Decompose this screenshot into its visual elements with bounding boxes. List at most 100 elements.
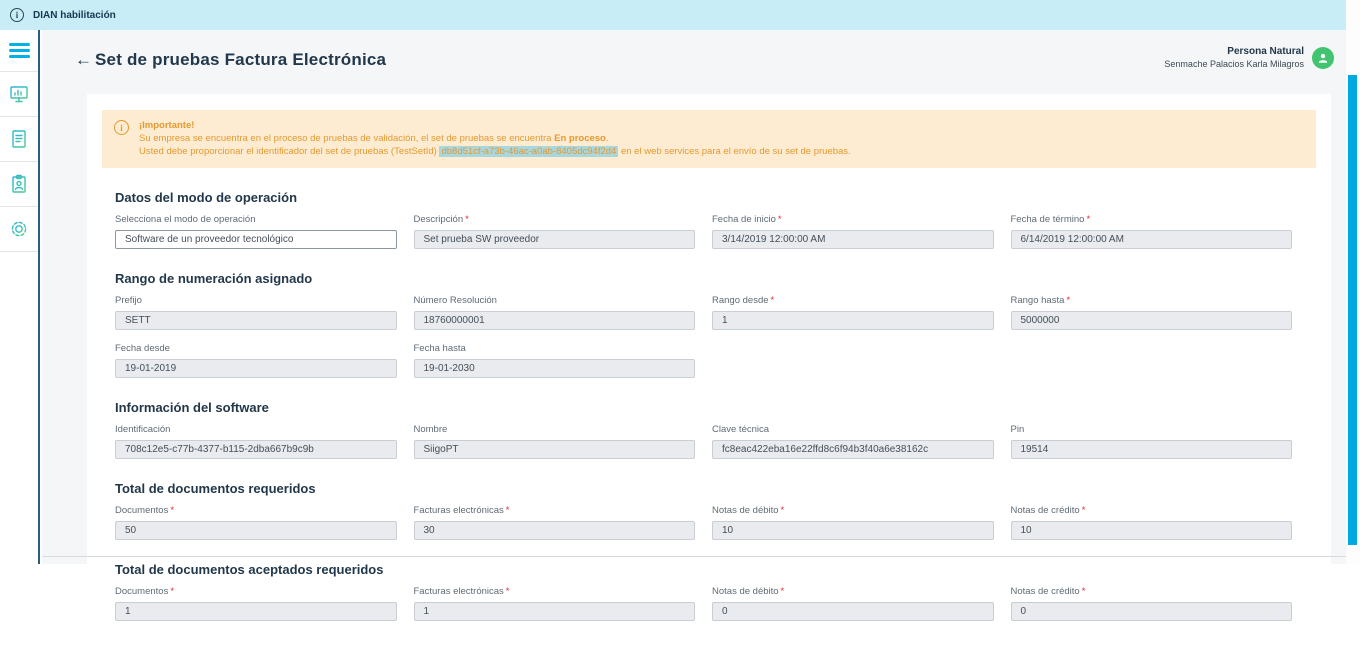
field-notas-credito-aceptadas: 0	[1010, 602, 1292, 621]
field-pin: 19514	[1010, 440, 1292, 459]
back-button[interactable]: ←	[75, 50, 92, 70]
field-group: Pin 19514	[1010, 424, 1292, 459]
field-label: Notas de débito	[712, 505, 779, 516]
main-content: ← Set de pruebas Factura Electrónica Per…	[42, 30, 1346, 661]
field-group: Clave técnica fc8eac422eba16e22ffd8c6f94…	[712, 424, 994, 459]
section-info-software: Identificación 708c12e5-c77b-4377-b115-2…	[115, 424, 1292, 459]
field-group: Fecha desde 19-01-2019	[115, 343, 397, 378]
field-group: Documentos * 50	[115, 505, 397, 540]
field-clave-tecnica: fc8eac422eba16e22ffd8c6f94b3f40a6e38162c	[712, 440, 994, 459]
field-label: Fecha de inicio	[712, 214, 776, 225]
alert-banner: i ¡Importante! Su empresa se encuentra e…	[102, 110, 1316, 168]
topbar: i DIAN habilitación	[0, 0, 1346, 30]
field-identificacion: 708c12e5-c77b-4377-b115-2dba667b9c9b	[115, 440, 397, 459]
sidebar-item-documents[interactable]	[0, 117, 38, 162]
user-type: Persona Natural	[1227, 46, 1304, 57]
sidebar-item-settings[interactable]	[0, 207, 38, 252]
field-label: Rango hasta	[1010, 295, 1065, 306]
field-label: Identificación	[115, 424, 171, 435]
field-group: Prefijo SETT	[115, 295, 397, 330]
alert-line2: Usted debe proporcionar el identificador…	[139, 146, 851, 157]
field-group: Fecha de inicio * 3/14/2019 12:00:00 AM	[712, 214, 994, 249]
field-group: Notas de crédito * 0	[1010, 586, 1292, 621]
field-fecha-inicio: 3/14/2019 12:00:00 AM	[712, 230, 994, 249]
bottom-divider	[42, 556, 1346, 557]
field-modo-operacion[interactable]: Software de un proveedor tecnológico	[115, 230, 397, 249]
field-group: Documentos * 1	[115, 586, 397, 621]
avatar[interactable]	[1312, 47, 1334, 69]
field-label: Prefijo	[115, 295, 142, 306]
field-group: Identificación 708c12e5-c77b-4377-b115-2…	[115, 424, 397, 459]
section-total-aceptados: Documentos * 1 Facturas electrónicas * 1 N…	[115, 586, 1292, 621]
section-title-info-software: Información del software	[115, 400, 269, 415]
field-documentos-requeridos: 50	[115, 521, 397, 540]
person-icon	[1318, 53, 1328, 63]
field-label: Fecha hasta	[413, 343, 466, 354]
field-fecha-termino: 6/14/2019 12:00:00 AM	[1010, 230, 1292, 249]
alert-line1: Su empresa se encuentra en el proceso de…	[139, 133, 609, 144]
field-group: Fecha hasta 19-01-2030	[413, 343, 695, 378]
field-label: Nombre	[413, 424, 448, 435]
field-label: Facturas electrónicas	[413, 586, 504, 597]
field-group: Facturas electrónicas * 30	[413, 505, 695, 540]
field-group: Selecciona el modo de operación Software…	[115, 214, 397, 249]
field-fecha-desde: 19-01-2019	[115, 359, 397, 378]
section-modo-operacion: Selecciona el modo de operación Software…	[115, 214, 1292, 249]
menu-button[interactable]	[0, 30, 38, 72]
sidebar-item-reports[interactable]	[0, 162, 38, 207]
page-header: ← Set de pruebas Factura Electrónica Per…	[42, 30, 1346, 94]
alert-status: En proceso	[554, 133, 606, 144]
info-icon: i	[10, 8, 24, 22]
field-group: Facturas electrónicas * 1	[413, 586, 695, 621]
field-rango-hasta: 5000000	[1010, 311, 1292, 330]
settings-gear-icon	[11, 221, 27, 237]
field-group: Fecha de término * 6/14/2019 12:00:00 AM	[1010, 214, 1292, 249]
field-label: Fecha desde	[115, 343, 170, 354]
scrollbar-track[interactable]	[1346, 0, 1360, 564]
section-title-total-requeridos: Total de documentos requeridos	[115, 481, 316, 496]
section-title-modo-operacion: Datos del modo de operación	[115, 190, 298, 205]
field-group: Notas de crédito * 10	[1010, 505, 1292, 540]
field-label: Fecha de término	[1010, 214, 1085, 225]
field-group: Rango hasta * 5000000	[1010, 295, 1292, 330]
section-title-rango-numeracion: Rango de numeración asignado	[115, 271, 313, 286]
alert-title: ¡Importante!	[139, 120, 195, 131]
field-group: Notas de débito * 0	[712, 586, 994, 621]
field-label: Número Resolución	[413, 295, 497, 306]
field-group: Rango desde * 1	[712, 295, 994, 330]
sidebar	[0, 30, 40, 564]
field-label: Clave técnica	[712, 424, 770, 435]
section-title-total-aceptados: Total de documentos aceptados requeridos	[115, 562, 384, 577]
dashboard-monitor-icon	[10, 86, 28, 103]
page-title: Set de pruebas Factura Electrónica	[95, 50, 387, 69]
field-label: Notas de crédito	[1010, 505, 1080, 516]
field-label: Descripción	[413, 214, 464, 225]
field-label: Facturas electrónicas	[413, 505, 504, 516]
clipboard-person-icon	[12, 174, 26, 193]
field-notas-debito-aceptadas: 0	[712, 602, 994, 621]
field-facturas-requeridas: 30	[413, 521, 695, 540]
field-label: Rango desde	[712, 295, 769, 306]
field-group: Notas de débito * 10	[712, 505, 994, 540]
field-notas-credito-requeridas: 10	[1010, 521, 1292, 540]
field-label: Documentos	[115, 586, 169, 597]
field-group: Número Resolución 18760000001	[413, 295, 695, 330]
field-label: Selecciona el modo de operación	[115, 214, 256, 225]
menu-icon	[8, 42, 30, 46]
app-title: DIAN habilitación	[33, 9, 116, 21]
field-nombre: SiigoPT	[413, 440, 695, 459]
field-notas-debito-requeridas: 10	[712, 521, 994, 540]
field-documentos-aceptados: 1	[115, 602, 397, 621]
section-total-requeridos: Documentos * 50 Facturas electrónicas * 30…	[115, 505, 1292, 540]
field-label: Pin	[1010, 424, 1025, 435]
user-block: Persona Natural Senmache Palacios Karla …	[1164, 46, 1334, 70]
scrollbar-thumb[interactable]	[1348, 75, 1357, 545]
sidebar-item-dashboard[interactable]	[0, 72, 38, 117]
field-label: Notas de débito	[712, 586, 779, 597]
field-numero-resolucion: 18760000001	[413, 311, 695, 330]
field-group: Nombre SiigoPT	[413, 424, 695, 459]
field-group: Descripción * Set prueba SW proveedor	[413, 214, 695, 249]
test-set-id: db8d51cf-a73b-46ac-a0ab-8405dc94f2d4	[439, 146, 619, 157]
user-name: Senmache Palacios Karla Milagros	[1164, 59, 1304, 69]
field-fecha-hasta: 19-01-2030	[413, 359, 695, 378]
